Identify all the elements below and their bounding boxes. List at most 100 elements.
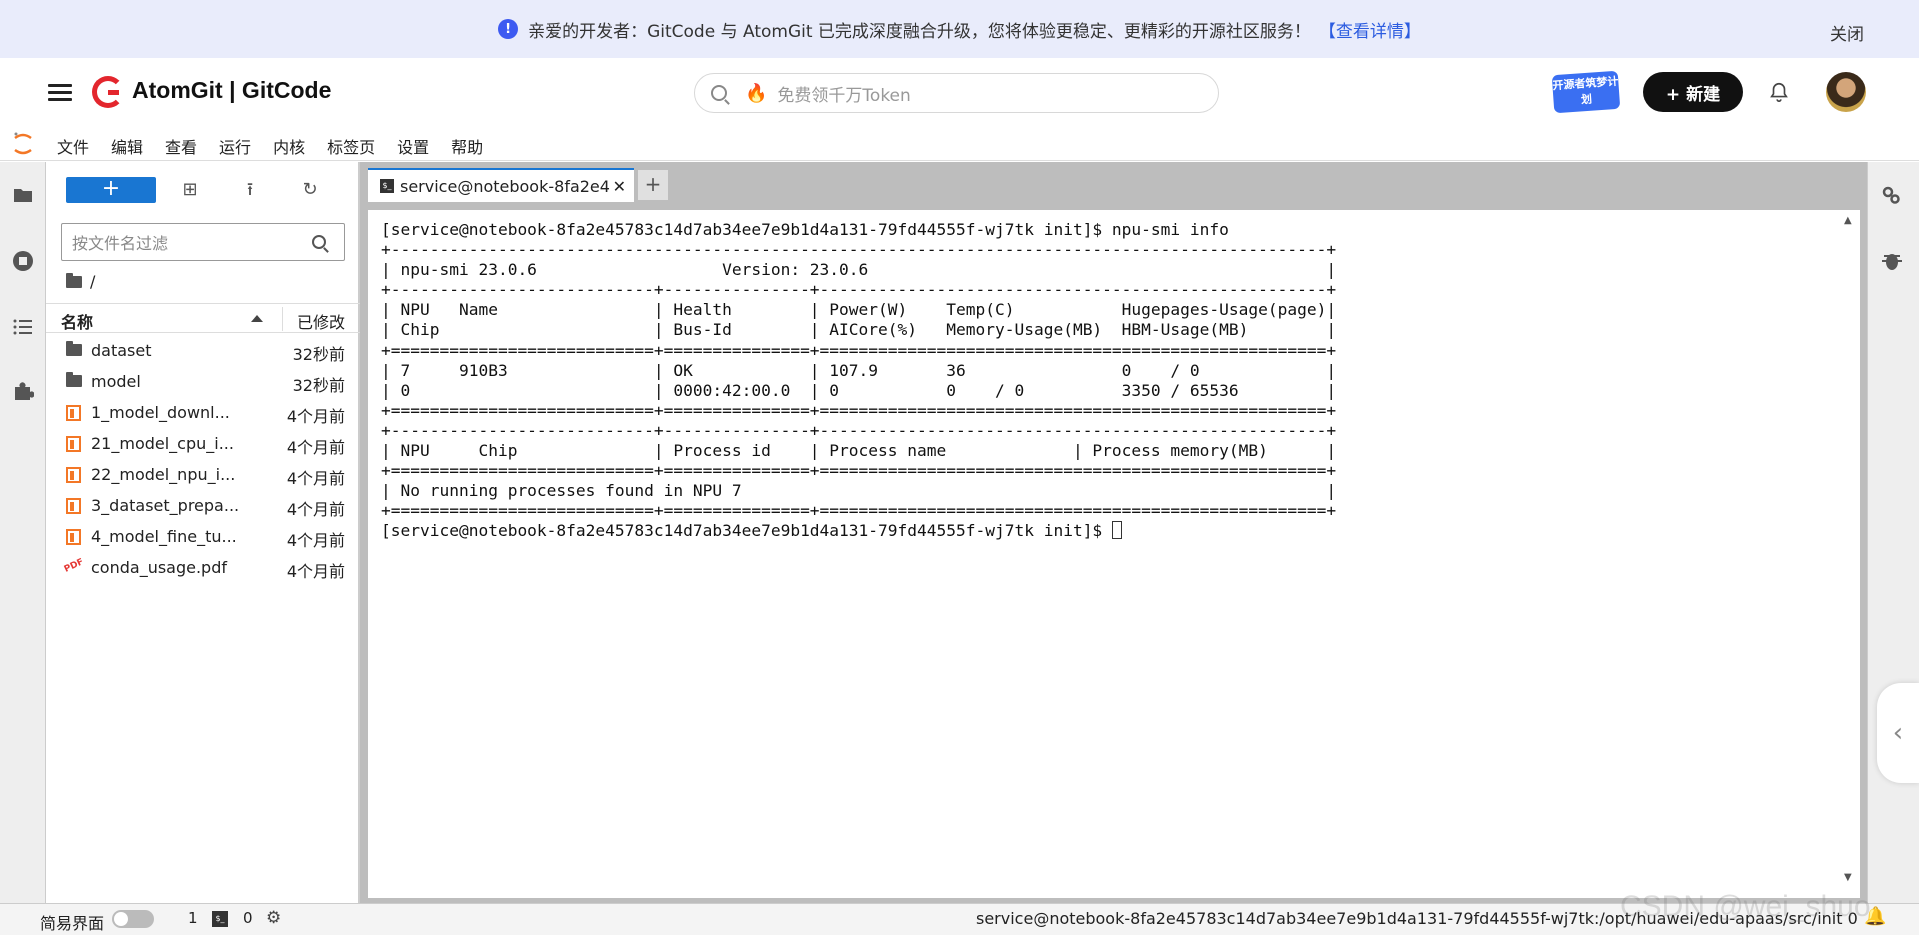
brand-name[interactable]: AtomGit | GitCode: [132, 77, 331, 104]
file-row[interactable]: model 32秒前: [46, 367, 360, 398]
atomgit-logo-icon[interactable]: [92, 76, 124, 108]
promo-badge[interactable]: 开源者筑梦计划: [1551, 70, 1621, 114]
pdf-icon: PDF: [62, 557, 86, 575]
terminal-prompt: [service@notebook-8fa2e45783c14d7ab34ee7…: [381, 521, 1112, 541]
file-modified: 32秒前: [292, 345, 345, 364]
notebook-icon: [66, 436, 81, 452]
column-name-header[interactable]: 名称: [61, 309, 93, 333]
folder-icon: [66, 272, 82, 288]
scroll-down-arrow-icon[interactable]: ▼: [1844, 872, 1852, 883]
user-avatar[interactable]: [1826, 72, 1866, 112]
terminal-cursor: [1111, 521, 1122, 540]
filter-placeholder: 按文件名过滤: [72, 234, 169, 253]
collapse-panel-chevron-icon[interactable]: ‹: [1877, 683, 1919, 783]
breadcrumb[interactable]: /: [66, 272, 95, 291]
sort-ascending-icon: [251, 315, 263, 322]
upload-icon[interactable]: ⭱: [240, 180, 260, 200]
fire-icon: 🔥: [745, 82, 768, 104]
menu-view[interactable]: 查看: [165, 134, 197, 158]
close-tab-icon[interactable]: ✕: [613, 177, 626, 196]
tab-terminal[interactable]: $_ service@notebook-8fa2e4 ✕: [368, 168, 634, 202]
menu-settings[interactable]: 设置: [397, 134, 429, 158]
file-name: dataset: [91, 341, 152, 360]
file-row[interactable]: 3_dataset_prepa... 4个月前: [46, 491, 360, 522]
kernel-count[interactable]: 1: [188, 909, 198, 927]
file-row[interactable]: 4_model_fine_tu... 4个月前: [46, 522, 360, 553]
menu-items: 文件 编辑 查看 运行 内核 标签页 设置 帮助: [57, 134, 505, 158]
file-name: 22_model_npu_i...: [91, 465, 236, 484]
scroll-up-arrow-icon[interactable]: ▲: [1844, 215, 1852, 226]
file-row[interactable]: 1_model_downl... 4个月前: [46, 398, 360, 429]
terminal-icon: $_: [212, 911, 228, 927]
banner-close-button[interactable]: 关闭: [1830, 20, 1864, 45]
table-of-contents-icon[interactable]: [12, 316, 34, 338]
extension-puzzle-icon[interactable]: [12, 380, 34, 402]
menu-tabs[interactable]: 标签页: [327, 134, 375, 158]
notebook-icon: [66, 529, 81, 545]
simple-mode-label: 简易界面: [40, 914, 105, 933]
announcement-banner: ! 亲爱的开发者：GitCode 与 AtomGit 已完成深度融合升级，您将体…: [0, 0, 1919, 58]
menu-help[interactable]: 帮助: [451, 134, 483, 158]
file-modified: 32秒前: [292, 376, 345, 395]
terminal-icon: $_: [380, 179, 394, 193]
folder-icon[interactable]: [12, 184, 34, 206]
menu-file[interactable]: 文件: [57, 134, 89, 158]
notification-bell-icon[interactable]: [1768, 80, 1790, 104]
notebook-icon: [66, 405, 81, 421]
watermark: CSDN @wei_shuo: [1620, 890, 1871, 923]
notebook-icon: [66, 467, 81, 483]
tab-label: service@notebook-8fa2e4: [400, 176, 610, 196]
new-launcher-button[interactable]: +: [66, 177, 156, 203]
notebook-icon: [66, 498, 81, 514]
search-bar[interactable]: 🔥 免费领千万Token: [694, 73, 1219, 113]
file-row[interactable]: 21_model_cpu_i... 4个月前: [46, 429, 360, 460]
refresh-icon[interactable]: ↻: [300, 180, 320, 200]
file-modified: 4个月前: [286, 469, 345, 488]
search-placeholder: 免费领千万Token: [777, 85, 911, 106]
column-divider[interactable]: [282, 307, 283, 331]
file-filter-input[interactable]: 按文件名过滤: [61, 223, 345, 261]
terminal-count[interactable]: 0: [243, 909, 253, 927]
new-button[interactable]: + 新建: [1643, 72, 1743, 112]
terminal-history: [service@notebook-8fa2e45783c14d7ab34ee7…: [381, 220, 1337, 521]
property-inspector-gear-icon[interactable]: [1880, 184, 1902, 206]
menu-edit[interactable]: 编辑: [111, 134, 143, 158]
right-sidebar-rail: [1867, 162, 1919, 903]
running-stop-icon[interactable]: [12, 250, 34, 272]
folder-icon: [66, 341, 82, 356]
file-name: model: [91, 372, 141, 391]
hamburger-menu-icon[interactable]: [48, 80, 72, 104]
file-name: 1_model_downl...: [91, 403, 230, 422]
file-name: 21_model_cpu_i...: [91, 434, 234, 453]
new-folder-icon[interactable]: ⊞: [180, 180, 200, 200]
file-list-header: 名称 已修改: [46, 303, 360, 333]
menu-kernel[interactable]: 内核: [273, 134, 305, 158]
breadcrumb-root: /: [90, 272, 96, 291]
file-row[interactable]: 22_model_npu_i... 4个月前: [46, 460, 360, 491]
kernel-status-gear-icon[interactable]: ⚙: [266, 908, 281, 928]
file-modified: 4个月前: [286, 562, 345, 581]
terminal-output: [service@notebook-8fa2e45783c14d7ab34ee7…: [381, 220, 1336, 542]
terminal-panel[interactable]: [service@notebook-8fa2e45783c14d7ab34ee7…: [368, 210, 1860, 898]
file-name: 3_dataset_prepa...: [91, 496, 240, 515]
menu-run[interactable]: 运行: [219, 134, 251, 158]
add-tab-button[interactable]: +: [638, 170, 668, 200]
jupyter-logo-icon: [14, 132, 32, 155]
file-name: conda_usage.pdf: [91, 558, 227, 577]
column-modified-header[interactable]: 已修改: [297, 309, 345, 333]
debugger-bug-icon[interactable]: [1882, 250, 1902, 272]
file-modified: 4个月前: [286, 438, 345, 457]
file-row[interactable]: PDF conda_usage.pdf 4个月前: [46, 553, 360, 584]
simple-mode-toggle[interactable]: [112, 910, 154, 928]
file-modified: 4个月前: [286, 531, 345, 550]
file-name: 4_model_fine_tu...: [91, 527, 237, 546]
banner-details-link[interactable]: 【查看详情】: [1319, 17, 1421, 42]
file-row[interactable]: dataset 32秒前: [46, 336, 360, 367]
banner-message: 亲爱的开发者：GitCode 与 AtomGit 已完成深度融合升级，您将体验更…: [528, 21, 1311, 42]
search-icon: [711, 85, 727, 101]
info-icon: !: [498, 19, 519, 39]
folder-icon: [66, 372, 82, 387]
file-modified: 4个月前: [286, 407, 345, 426]
search-icon: [312, 235, 326, 249]
left-sidebar-rail: [0, 162, 46, 903]
